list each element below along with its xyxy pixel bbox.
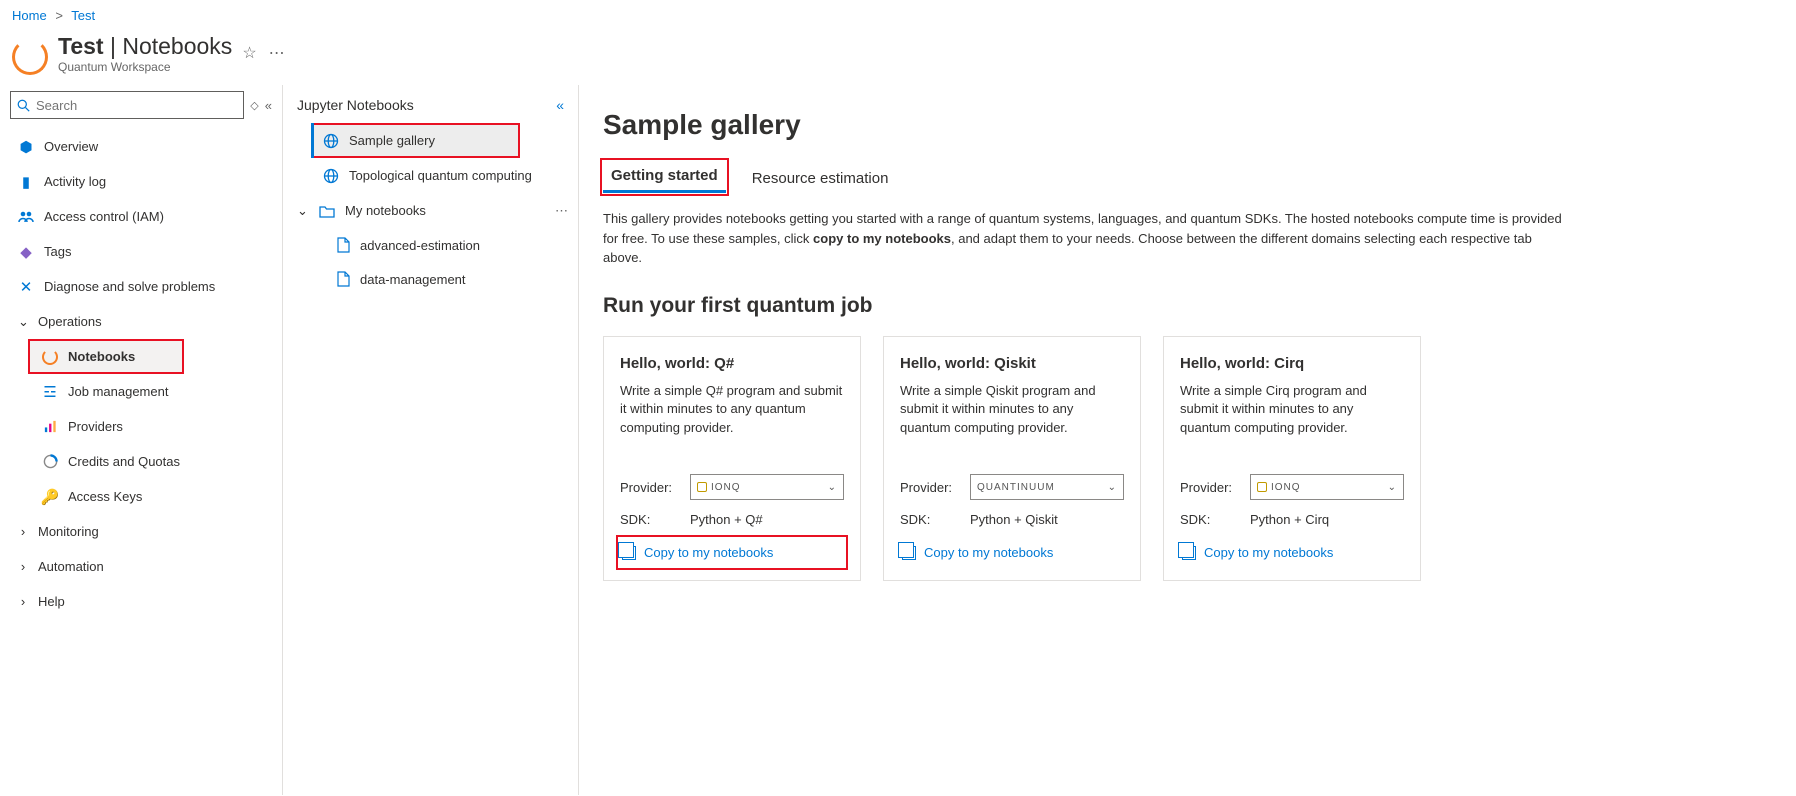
chevron-down-icon: ⌄ — [297, 203, 309, 219]
copy-icon — [622, 546, 636, 560]
card-title: Hello, world: Qiskit — [900, 355, 1124, 372]
tree-file-data-management[interactable]: data-management — [283, 262, 578, 296]
sdk-value: Python + Cirq — [1250, 512, 1329, 527]
sdk-label: SDK: — [900, 512, 970, 527]
copy-icon — [1182, 546, 1196, 560]
provider-select[interactable]: IONQ ⌄ — [690, 474, 844, 500]
card-hello-qiskit: Hello, world: Qiskit Write a simple Qisk… — [883, 336, 1141, 582]
chevron-down-icon: ⌄ — [1388, 482, 1397, 493]
tree-my-notebooks[interactable]: ⌄ My notebooks ⋯ — [283, 193, 578, 228]
copy-to-notebooks-button[interactable]: Copy to my notebooks — [620, 539, 844, 566]
tree-title: Jupyter Notebooks — [297, 97, 414, 113]
section-title: Run your first quantum job — [603, 294, 1772, 318]
card-description: Write a simple Qiskit program and submit… — [900, 382, 1124, 439]
chevron-down-icon: ⌄ — [18, 314, 28, 330]
copy-to-notebooks-button[interactable]: Copy to my notebooks — [1180, 539, 1404, 566]
provider-select[interactable]: IONQ ⌄ — [1250, 474, 1404, 500]
nav-notebooks[interactable]: Notebooks — [28, 339, 184, 374]
iam-icon — [18, 209, 34, 225]
nav-monitoring-group[interactable]: › Monitoring — [0, 514, 282, 549]
nav-access-keys[interactable]: 🔑 Access Keys — [0, 479, 282, 514]
overview-icon: ⬢ — [18, 139, 34, 155]
expand-collapse-icon[interactable]: ◇ — [250, 99, 258, 112]
tab-resource-estimation[interactable]: Resource estimation — [750, 164, 891, 193]
providers-icon — [42, 419, 58, 435]
globe-icon — [323, 168, 339, 184]
card-hello-cirq: Hello, world: Cirq Write a simple Cirq p… — [1163, 336, 1421, 582]
chevron-down-icon: ⌄ — [1108, 482, 1117, 493]
card-description: Write a simple Cirq program and submit i… — [1180, 382, 1404, 439]
nav-job-management[interactable]: ☲ Job management — [0, 374, 282, 409]
nav-credits-quotas[interactable]: Credits and Quotas — [0, 444, 282, 479]
left-nav: ◇ « ⬢ Overview ▮ Activity log Access con… — [0, 85, 283, 795]
diagnose-icon: ✕ — [18, 279, 34, 295]
page-header: Test | Notebooks Quantum Workspace ☆ ⋯ — [0, 31, 1796, 85]
favorite-icon[interactable]: ☆ — [242, 43, 256, 63]
tags-icon: ◆ — [18, 244, 34, 260]
tree-file-advanced-estimation[interactable]: advanced-estimation — [283, 228, 578, 262]
collapse-nav-icon[interactable]: « — [265, 98, 272, 113]
nav-operations-group[interactable]: ⌄ Operations — [0, 304, 282, 339]
nav-automation-group[interactable]: › Automation — [0, 549, 282, 584]
card-title: Hello, world: Cirq — [1180, 355, 1404, 372]
workspace-icon — [12, 39, 48, 75]
nav-help-group[interactable]: › Help — [0, 584, 282, 619]
key-icon: 🔑 — [42, 489, 58, 505]
workspace-subtitle: Quantum Workspace — [58, 60, 232, 74]
search-input-container[interactable] — [10, 91, 244, 119]
sdk-label: SDK: — [620, 512, 690, 527]
card-hello-qsharp: Hello, world: Q# Write a simple Q# progr… — [603, 336, 861, 582]
nav-activity-log[interactable]: ▮ Activity log — [0, 164, 282, 199]
search-input[interactable] — [36, 98, 237, 113]
breadcrumb: Home > Test — [0, 0, 1796, 31]
more-icon[interactable]: ⋯ — [555, 203, 568, 219]
file-icon — [337, 271, 350, 287]
copy-icon — [902, 546, 916, 560]
provider-logo-icon — [1257, 482, 1267, 492]
more-icon[interactable]: ⋯ — [269, 43, 285, 63]
provider-select[interactable]: QUANTINUUM ⌄ — [970, 474, 1124, 500]
content-title: Sample gallery — [603, 109, 1772, 141]
collapse-tree-icon[interactable]: « — [556, 97, 564, 113]
folder-icon — [319, 204, 335, 218]
provider-label: Provider: — [620, 480, 690, 495]
file-icon — [337, 237, 350, 253]
job-management-icon: ☲ — [42, 384, 58, 400]
nav-overview[interactable]: ⬢ Overview — [0, 129, 282, 164]
sdk-label: SDK: — [1180, 512, 1250, 527]
nav-tags[interactable]: ◆ Tags — [0, 234, 282, 269]
nav-access-control[interactable]: Access control (IAM) — [0, 199, 282, 234]
globe-icon — [323, 133, 339, 149]
gallery-description: This gallery provides notebooks getting … — [603, 209, 1563, 268]
provider-label: Provider: — [900, 480, 970, 495]
chevron-right-icon: › — [18, 594, 28, 609]
page-title: Test | Notebooks — [58, 33, 232, 60]
credits-icon — [42, 454, 58, 470]
breadcrumb-current[interactable]: Test — [71, 8, 95, 23]
tree-sample-gallery[interactable]: Sample gallery — [311, 123, 520, 158]
search-icon — [17, 99, 30, 112]
nav-providers[interactable]: Providers — [0, 409, 282, 444]
chevron-down-icon: ⌄ — [828, 482, 837, 493]
tab-getting-started[interactable]: Getting started — [603, 161, 726, 193]
sample-cards: Hello, world: Q# Write a simple Q# progr… — [603, 336, 1772, 582]
provider-label: Provider: — [1180, 480, 1250, 495]
notebooks-icon — [42, 349, 58, 365]
chevron-right-icon: › — [18, 524, 28, 539]
copy-to-notebooks-button[interactable]: Copy to my notebooks — [900, 539, 1124, 566]
tabs: Getting started Resource estimation — [603, 161, 1772, 193]
notebook-tree-panel: Jupyter Notebooks « Sample gallery Topol… — [283, 85, 579, 795]
card-title: Hello, world: Q# — [620, 355, 844, 372]
breadcrumb-home[interactable]: Home — [12, 8, 47, 23]
provider-logo-icon — [697, 482, 707, 492]
tree-topological[interactable]: Topological quantum computing — [283, 158, 578, 193]
breadcrumb-separator: > — [55, 8, 63, 23]
nav-diagnose[interactable]: ✕ Diagnose and solve problems — [0, 269, 282, 304]
card-description: Write a simple Q# program and submit it … — [620, 382, 844, 439]
main-content: Sample gallery Getting started Resource … — [579, 85, 1796, 795]
sdk-value: Python + Q# — [690, 512, 763, 527]
chevron-right-icon: › — [18, 559, 28, 574]
activity-log-icon: ▮ — [18, 174, 34, 190]
sdk-value: Python + Qiskit — [970, 512, 1058, 527]
